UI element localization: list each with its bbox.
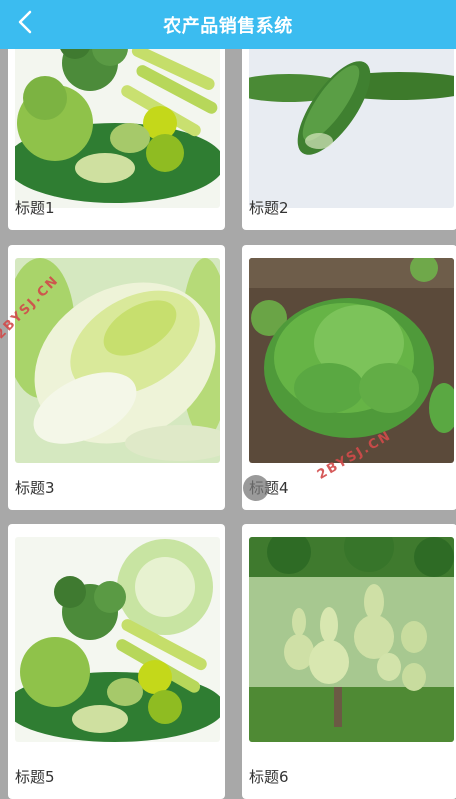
back-button[interactable] [10, 8, 40, 40]
bottle-gourds-image [249, 537, 454, 742]
mixed-vegetables-image [15, 537, 220, 742]
page-title: 农产品销售系统 [163, 15, 293, 37]
product-title: 标题3 [15, 479, 55, 497]
lettuce-field-image [249, 258, 454, 463]
chevron-left-icon [17, 9, 33, 39]
product-grid: 标题1 标题2 标题3 标题5 标题6 [0, 0, 456, 799]
product-title: 标题6 [249, 768, 289, 786]
touch-indicator [243, 475, 269, 501]
product-title: 标题2 [249, 199, 289, 217]
product-title: 标题1 [15, 199, 55, 217]
product-card-6[interactable]: 标题6 [242, 524, 456, 799]
product-title: 标题5 [15, 768, 55, 786]
product-card-4[interactable]: 标题4 [242, 245, 456, 510]
app-header: 农产品销售系统 [0, 0, 456, 49]
product-card-5[interactable]: 标题5 [8, 524, 225, 799]
